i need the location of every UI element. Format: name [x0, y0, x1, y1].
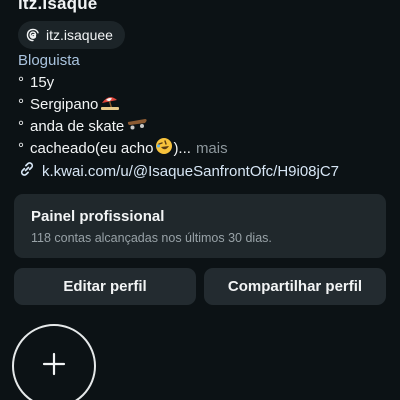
- bio-more-link[interactable]: mais: [196, 138, 228, 160]
- threads-badge[interactable]: itz.isaquee: [18, 21, 125, 49]
- bio-line-suffix: )...: [173, 140, 191, 157]
- bio-line-origin: ° Sergipano: [18, 94, 228, 116]
- profile-page: itz.Isaque itz.isaquee Bloguista ° 15y °…: [0, 0, 400, 400]
- bio-line-age: ° 15y: [18, 72, 228, 94]
- profile-username: itz.Isaque: [18, 0, 98, 13]
- plus-icon: [42, 352, 66, 381]
- bio-line-hobby: ° anda de skate: [18, 116, 228, 138]
- professional-dashboard-subtitle: 118 contas alcançadas nos últimos 30 dia…: [31, 231, 272, 245]
- bio-line-text: 15y: [30, 74, 55, 91]
- skateboard-emoji: [126, 116, 148, 138]
- bio-line-hair: ° cacheado(eu acho )... mais: [18, 137, 228, 162]
- edit-profile-button[interactable]: Editar perfil: [14, 268, 196, 305]
- professional-dashboard-title: Painel profissional: [31, 208, 165, 225]
- beach-umbrella-emoji: [100, 94, 120, 117]
- new-highlight-button[interactable]: [12, 324, 96, 400]
- profile-category: Bloguista: [18, 52, 80, 69]
- bio-line-text: anda de skate: [30, 118, 125, 135]
- threads-handle: itz.isaquee: [46, 27, 113, 43]
- bio-bullet: °: [18, 96, 24, 113]
- threads-icon: [26, 28, 40, 42]
- bio-link[interactable]: k.kwai.com/u/@IsaqueSanfrontOfc/H9i08jC7: [18, 160, 339, 182]
- bio-line-text: Sergipano: [30, 96, 99, 113]
- bio-line-text: cacheado(eu acho: [30, 140, 154, 157]
- profile-bio: ° 15y ° Sergipano ° anda de skate ° cach…: [18, 72, 228, 160]
- professional-dashboard-card[interactable]: Painel profissional 118 contas alcançada…: [14, 194, 386, 258]
- share-profile-button[interactable]: Compartilhar perfil: [204, 268, 386, 305]
- link-icon: [18, 160, 36, 182]
- bio-link-text[interactable]: k.kwai.com/u/@IsaqueSanfrontOfc/H9i08jC7: [42, 163, 339, 180]
- bio-bullet: °: [18, 140, 24, 157]
- rolling-laughing-emoji: [155, 137, 173, 162]
- bio-bullet: °: [18, 74, 24, 91]
- bio-bullet: °: [18, 118, 24, 135]
